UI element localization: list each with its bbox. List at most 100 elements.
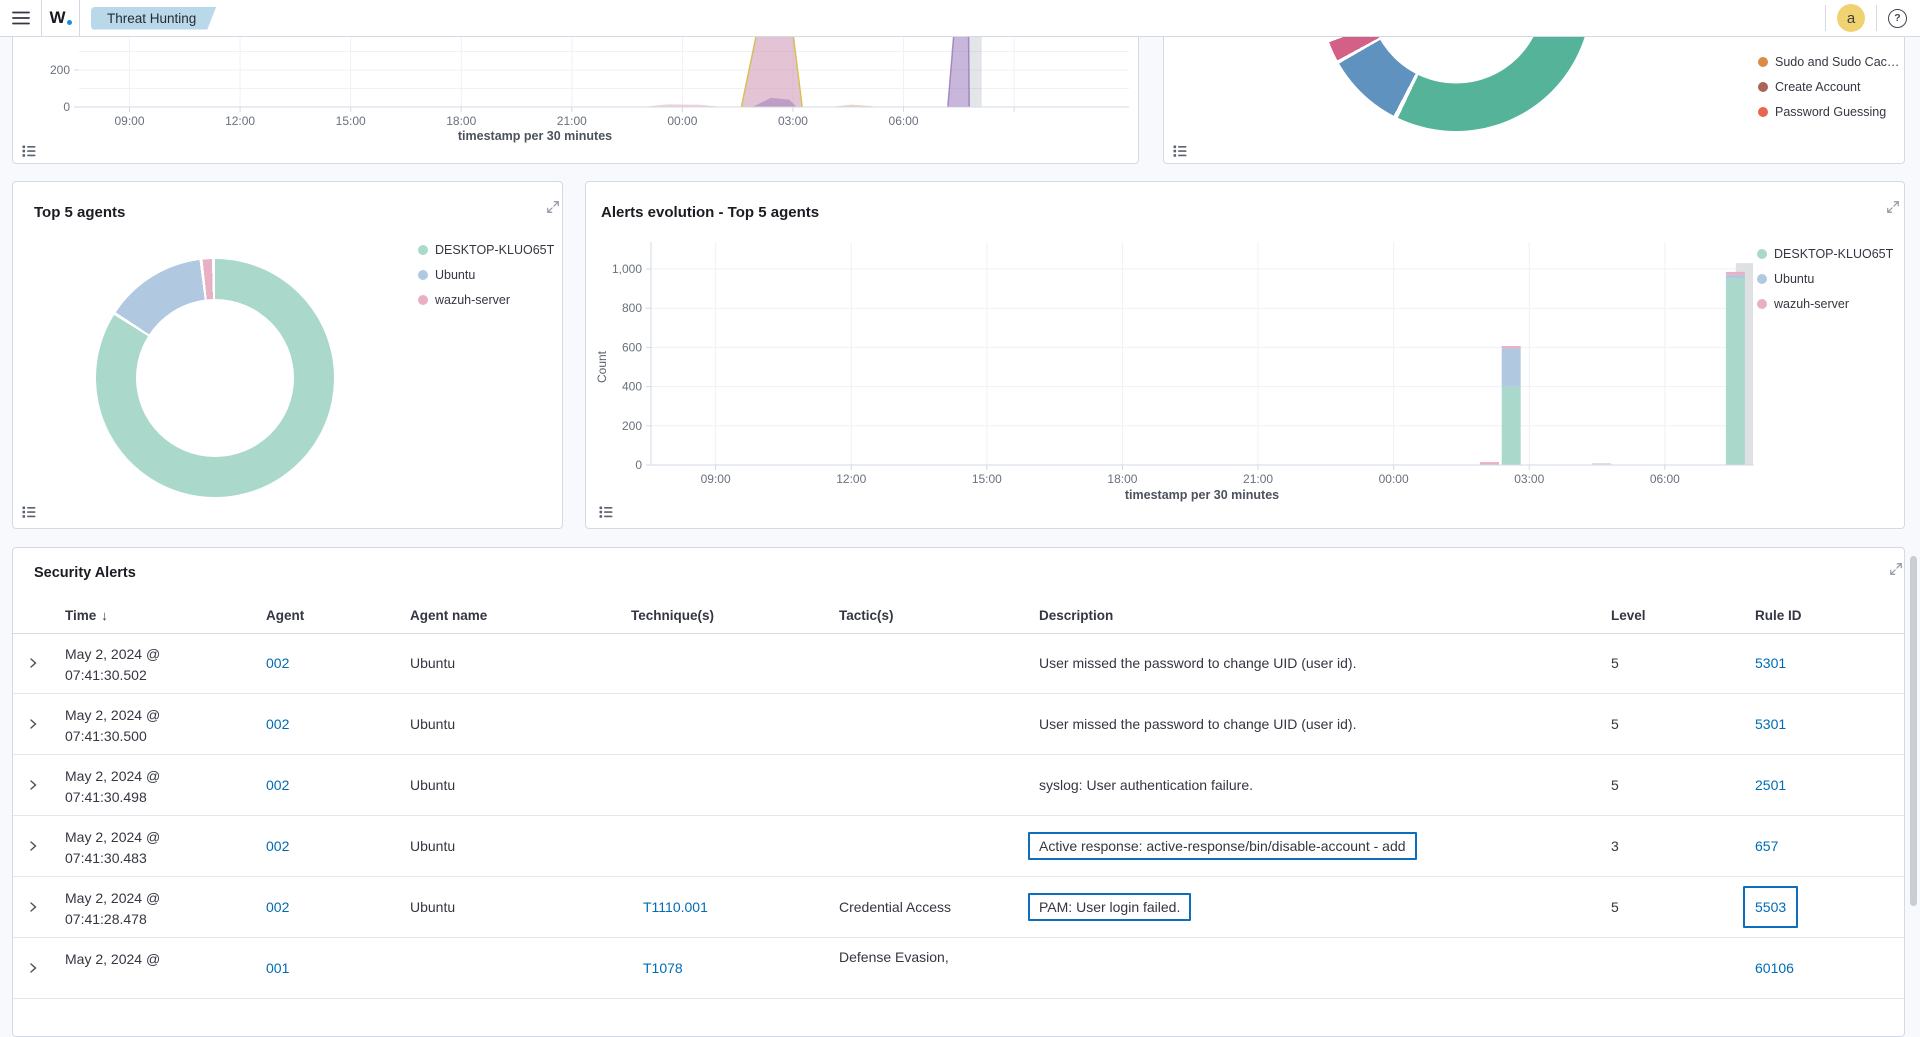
legend-item[interactable]: wazuh-server bbox=[1757, 291, 1893, 316]
rule-id-link[interactable]: 657 bbox=[1755, 838, 1778, 854]
legend-dot bbox=[1758, 107, 1768, 117]
top5-agents-donut-chart[interactable] bbox=[96, 259, 334, 497]
legend-item[interactable]: Ubuntu bbox=[1757, 266, 1893, 291]
expand-row-button[interactable] bbox=[25, 877, 41, 937]
cell-rule-id: 5301 bbox=[1755, 694, 1786, 754]
table-row: May 2, 2024 @07:41:30.483 002 Ubuntu Act… bbox=[13, 816, 1904, 877]
cell-rule-id: 5301 bbox=[1755, 633, 1786, 693]
expand-panel-icon[interactable] bbox=[1889, 562, 1903, 576]
expand-row-button[interactable] bbox=[25, 755, 41, 815]
cell-description: User missed the password to change UID (… bbox=[1039, 633, 1356, 693]
legend-item[interactable]: Password Guessing bbox=[1758, 99, 1899, 124]
svg-text:12:00: 12:00 bbox=[836, 472, 866, 486]
breadcrumb-threat-hunting[interactable]: Threat Hunting bbox=[91, 7, 216, 30]
technique-link[interactable]: T1110.001 bbox=[643, 899, 708, 915]
svg-text:0: 0 bbox=[63, 100, 70, 114]
chart-options-list-icon[interactable] bbox=[21, 143, 37, 159]
topbar-divider bbox=[1825, 5, 1826, 31]
chart-options-list-icon[interactable] bbox=[598, 504, 614, 520]
rule-id-link[interactable]: 2501 bbox=[1755, 777, 1786, 793]
column-header-rule-id[interactable]: Rule ID bbox=[1755, 608, 1802, 623]
chevron-right-icon bbox=[25, 899, 41, 915]
expand-panel-icon[interactable] bbox=[546, 200, 560, 214]
expand-row-button[interactable] bbox=[25, 938, 41, 998]
expand-panel-icon[interactable] bbox=[1886, 200, 1900, 214]
evolution-y-axis-label: Count bbox=[595, 339, 609, 395]
cell-time: May 2, 2024 @07:41:30.483 bbox=[65, 816, 255, 878]
cell-agent-name: Ubuntu bbox=[410, 877, 455, 937]
cell-level: 5 bbox=[1611, 694, 1619, 754]
column-header-description[interactable]: Description bbox=[1039, 608, 1113, 623]
expand-row-button[interactable] bbox=[25, 633, 41, 693]
svg-text:1,000: 1,000 bbox=[612, 262, 642, 276]
legend-dot bbox=[1758, 57, 1768, 67]
table-row: May 2, 2024 @07:41:30.502 002 Ubuntu Use… bbox=[13, 633, 1904, 694]
cell-time: May 2, 2024 @07:41:30.500 bbox=[65, 694, 255, 756]
agent-id-link[interactable]: 002 bbox=[266, 716, 289, 732]
rule-id-link[interactable]: 5503 bbox=[1743, 886, 1798, 928]
cell-description: User missed the password to change UID (… bbox=[1039, 694, 1356, 754]
expand-row-button[interactable] bbox=[25, 816, 41, 876]
legend-item[interactable]: wazuh-server bbox=[418, 287, 554, 312]
cell-agent-name: Ubuntu bbox=[410, 633, 455, 693]
svg-text:0: 0 bbox=[635, 458, 642, 472]
rule-id-link[interactable]: 60106 bbox=[1755, 960, 1794, 976]
chart-options-list-icon[interactable] bbox=[1172, 143, 1188, 159]
svg-text:18:00: 18:00 bbox=[446, 114, 476, 128]
cell-time: May 2, 2024 @07:41:30.502 bbox=[65, 633, 255, 695]
svg-text:400: 400 bbox=[622, 380, 642, 394]
scrollbar[interactable] bbox=[1910, 556, 1917, 906]
agent-id-link[interactable]: 002 bbox=[266, 838, 289, 854]
logo-letter: W bbox=[49, 8, 65, 28]
svg-text:06:00: 06:00 bbox=[889, 114, 919, 128]
legend-item[interactable]: Sudo and Sudo Cac… bbox=[1758, 49, 1899, 74]
alerts-table-body: May 2, 2024 @07:41:30.502 002 Ubuntu Use… bbox=[13, 633, 1904, 999]
user-avatar[interactable]: a bbox=[1837, 4, 1865, 32]
wazuh-logo[interactable]: W bbox=[42, 0, 80, 36]
legend-dot bbox=[418, 270, 428, 280]
legend-label: wazuh-server bbox=[435, 293, 510, 307]
help-icon[interactable]: ? bbox=[1888, 9, 1907, 28]
technique-link[interactable]: T1078 bbox=[643, 960, 683, 976]
rule-id-link[interactable]: 5301 bbox=[1755, 655, 1786, 671]
agent-id-link[interactable]: 002 bbox=[266, 655, 289, 671]
legend-item[interactable]: Create Account bbox=[1758, 74, 1899, 99]
agent-id-link[interactable]: 001 bbox=[266, 960, 289, 976]
column-header-time[interactable]: Time ↓ bbox=[65, 608, 108, 623]
cell-time: May 2, 2024 @ bbox=[65, 938, 255, 1000]
technique-donut-legend: Sudo and Sudo Cac… Create Account Passwo… bbox=[1758, 49, 1899, 124]
legend-item[interactable]: Ubuntu bbox=[418, 262, 554, 287]
chart-options-list-icon[interactable] bbox=[21, 504, 37, 520]
legend-label: Create Account bbox=[1775, 80, 1860, 94]
chevron-right-icon bbox=[25, 777, 41, 793]
agent-id-link[interactable]: 002 bbox=[266, 899, 289, 915]
menu-button[interactable] bbox=[0, 0, 42, 36]
svg-text:18:00: 18:00 bbox=[1107, 472, 1137, 486]
legend-item[interactable]: DESKTOP-KLUO65T bbox=[418, 237, 554, 262]
legend-label: Ubuntu bbox=[435, 268, 475, 282]
column-header-technique[interactable]: Technique(s) bbox=[631, 608, 714, 623]
cell-agent: 001 bbox=[266, 938, 289, 998]
table-row: May 2, 2024 @ 001 T1078 Defense Evasion,… bbox=[13, 938, 1904, 999]
column-header-tactic[interactable]: Tactic(s) bbox=[839, 608, 894, 623]
rule-id-link[interactable]: 5301 bbox=[1755, 716, 1786, 732]
column-header-agent-name[interactable]: Agent name bbox=[410, 608, 487, 623]
agent-id-link[interactable]: 002 bbox=[266, 777, 289, 793]
svg-text:03:00: 03:00 bbox=[1514, 472, 1544, 486]
svg-text:21:00: 21:00 bbox=[1243, 472, 1273, 486]
legend-dot bbox=[1757, 299, 1767, 309]
top-5-agents-panel: Top 5 agents DESKTOP-KLUO65T Ubuntu wazu… bbox=[12, 181, 563, 529]
column-header-agent[interactable]: Agent bbox=[266, 608, 304, 623]
evolution-x-axis-label: timestamp per 30 minutes bbox=[902, 488, 1502, 502]
evolution-bar-chart[interactable]: 09:0012:0015:0018:0021:0000:0003:0006:00… bbox=[586, 182, 1905, 529]
cell-time: May 2, 2024 @07:41:28.478 bbox=[65, 877, 255, 939]
evolution-legend: DESKTOP-KLUO65T Ubuntu wazuh-server bbox=[1757, 241, 1893, 316]
legend-label: DESKTOP-KLUO65T bbox=[1774, 247, 1893, 261]
chevron-right-icon bbox=[25, 960, 41, 976]
svg-text:200: 200 bbox=[50, 63, 70, 77]
expand-row-button[interactable] bbox=[25, 694, 41, 754]
histogram-x-axis-label: timestamp per 30 minutes bbox=[235, 129, 835, 143]
legend-item[interactable]: DESKTOP-KLUO65T bbox=[1757, 241, 1893, 266]
column-header-level[interactable]: Level bbox=[1611, 608, 1646, 623]
legend-label: Password Guessing bbox=[1775, 105, 1886, 119]
